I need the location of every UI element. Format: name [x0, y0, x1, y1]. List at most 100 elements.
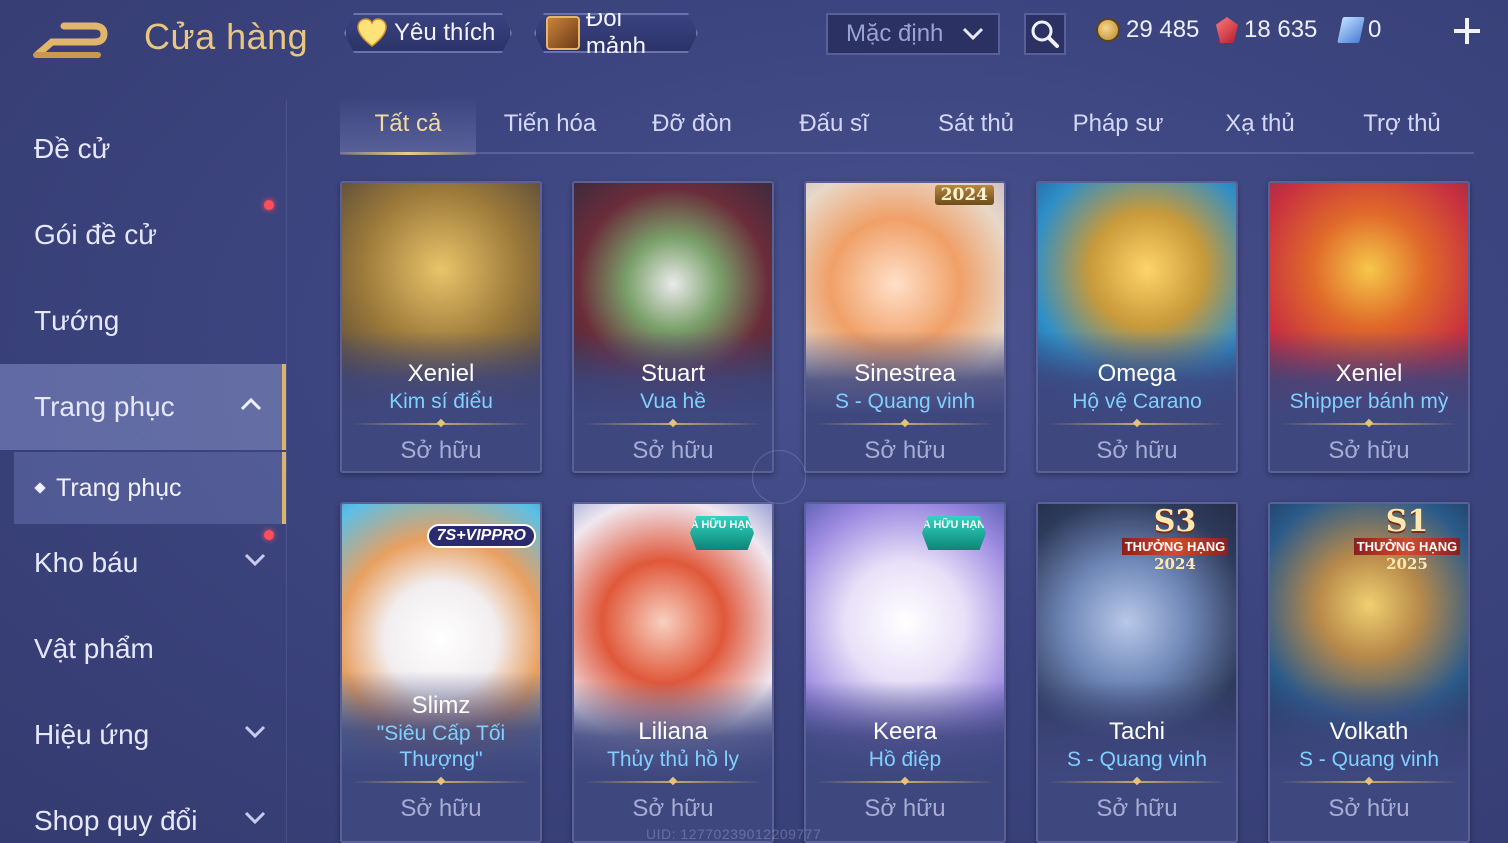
- hero-name: Slimz: [411, 692, 471, 719]
- tab-all[interactable]: Tất cả: [340, 96, 476, 155]
- voucher-balance: 0: [1337, 16, 1381, 44]
- favorites-button[interactable]: Yêu thích: [344, 13, 512, 53]
- skin-card[interactable]: S3 THƯỞNG HẠNG 2024 Tachi S - Quang vinh…: [1036, 502, 1238, 843]
- gem-balance: 18 635: [1216, 16, 1317, 44]
- rank-reward-label: THƯỞNG HẠNG: [1354, 538, 1460, 555]
- tab-label: Xạ thủ: [1225, 110, 1295, 137]
- skin-card[interactable]: Xeniel Shipper bánh mỳ Sở hữu: [1268, 181, 1470, 473]
- skin-name: Thủy thủ hồ ly: [607, 748, 739, 771]
- tab-label: Đỡ đòn: [652, 110, 732, 137]
- skin-card[interactable]: 2024 Sinestrea S - Quang vinh Sở hữu: [804, 181, 1006, 473]
- page-title: Cửa hàng: [144, 16, 309, 57]
- sidebar-item-label: Trang phục: [34, 391, 175, 422]
- ruby-icon: [1216, 17, 1238, 43]
- notification-dot: [264, 200, 274, 210]
- sidebar-item-featured-packs[interactable]: Gói đề cử: [0, 192, 286, 278]
- vip-badge: 7S+VIPPRO: [426, 524, 536, 548]
- skin-name: Shipper bánh mỳ: [1289, 390, 1449, 413]
- skin-card[interactable]: 7S+VIPPRO Slimz "Siêu Cấp Tối Thượng" Sở…: [340, 502, 542, 843]
- tab-label: Sát thủ: [937, 110, 1015, 137]
- top-up-button[interactable]: [1450, 14, 1484, 48]
- skin-name: "Siêu Cấp Tối Thượng": [376, 722, 506, 771]
- search-icon: [1031, 20, 1059, 48]
- card-info: Stuart Vua hề Sở hữu: [574, 359, 772, 471]
- card-info: Xeniel Shipper bánh mỳ Sở hữu: [1270, 359, 1468, 471]
- hero-name: Keera: [872, 718, 938, 745]
- limited-badge: A HỮU HẠN: [690, 516, 754, 550]
- exchange-shards-label: Đổi mảnh: [585, 5, 646, 60]
- card-separator: [584, 419, 762, 429]
- hero-name: Volkath: [1329, 718, 1409, 745]
- sidebar-item-label: Vật phẩm: [34, 633, 154, 664]
- tab-label: Tất cả: [374, 110, 442, 137]
- sidebar-item-label: Hiệu ứng: [34, 719, 150, 750]
- tab-fighter[interactable]: Đấu sĩ: [764, 96, 904, 152]
- year-badge: 2024: [934, 185, 994, 205]
- skin-name: Vua hề: [640, 390, 706, 413]
- hero-name: Stuart: [640, 360, 706, 387]
- skin-name: S - Quang vinh: [1066, 748, 1208, 771]
- skin-card[interactable]: Xeniel Kim sí điểu Sở hữu: [340, 181, 542, 473]
- card-separator: [1280, 419, 1458, 429]
- tab-evolution[interactable]: Tiến hóa: [480, 96, 620, 152]
- favorites-label: Yêu thích: [394, 19, 496, 46]
- card-info: Xeniel Kim sí điểu Sở hữu: [342, 359, 540, 471]
- chevron-down-icon: [244, 553, 266, 567]
- tab-marksman[interactable]: Xạ thủ: [1190, 96, 1330, 152]
- search-button[interactable]: [1024, 13, 1066, 55]
- touch-indicator: [752, 450, 806, 504]
- sidebar-item-exchange-shop[interactable]: Shop quy đổi: [0, 778, 286, 843]
- sort-dropdown[interactable]: Mặc định: [826, 13, 1000, 55]
- tab-support[interactable]: Trợ thủ: [1332, 96, 1472, 152]
- sidebar-item-label: Kho báu: [34, 547, 139, 578]
- owned-status: Sở hữu: [632, 795, 714, 822]
- tab-mage[interactable]: Pháp sư: [1048, 96, 1188, 152]
- back-arrow-icon: [33, 22, 108, 58]
- sidebar-item-featured[interactable]: Đề cử: [0, 106, 286, 192]
- user-id: UID: 12770239012209777: [646, 826, 822, 842]
- skin-card[interactable]: A HỮU HẠN Liliana Thủy thủ hồ ly Sở hữu: [572, 502, 774, 843]
- rank-reward-label: THƯỞNG HẠNG: [1122, 538, 1228, 555]
- chevron-down-icon: [244, 725, 266, 739]
- owned-status: Sở hữu: [400, 795, 482, 822]
- sidebar-item-skins[interactable]: Trang phục: [0, 364, 286, 450]
- tab-label: Trợ thủ: [1363, 110, 1441, 137]
- card-info: Omega Hộ vệ Carano Sở hữu: [1038, 359, 1236, 471]
- back-button[interactable]: [32, 16, 112, 60]
- sidebar-item-items[interactable]: Vật phẩm: [0, 606, 286, 692]
- hero-name: Omega: [1097, 360, 1177, 387]
- season-year: 2024: [1154, 555, 1196, 573]
- tab-assassin[interactable]: Sát thủ: [906, 96, 1046, 152]
- card-separator: [1048, 419, 1226, 429]
- voucher-icon: [1337, 17, 1365, 43]
- owned-status: Sở hữu: [1096, 437, 1178, 464]
- sidebar-subitem-skins[interactable]: Trang phục: [14, 452, 286, 524]
- season-label: S1: [1385, 504, 1429, 539]
- sidebar-item-label: Đề cử: [34, 133, 111, 164]
- card-separator: [352, 419, 530, 429]
- gold-amount: 29 485: [1126, 16, 1200, 43]
- heart-icon: [356, 18, 388, 48]
- skin-card[interactable]: Stuart Vua hề Sở hữu: [572, 181, 774, 473]
- owned-status: Sở hữu: [864, 437, 946, 464]
- ranked-season-badge: S3 THƯỞNG HẠNG 2024: [1122, 506, 1228, 573]
- sidebar-item-label: Shop quy đổi: [34, 805, 198, 836]
- card-info: Volkath S - Quang vinh Sở hữu: [1270, 717, 1468, 829]
- exchange-shards-button[interactable]: Đổi mảnh: [534, 13, 698, 53]
- skin-name: Hộ vệ Carano: [1072, 390, 1202, 413]
- sidebar-item-heroes[interactable]: Tướng: [0, 278, 286, 364]
- hero-name: Sinestrea: [854, 360, 956, 387]
- skin-card[interactable]: A HỮU HẠN Keera Hồ điệp Sở hữu: [804, 502, 1006, 843]
- card-separator: [584, 777, 762, 787]
- hero-name: Liliana: [638, 718, 708, 745]
- tab-label: Đấu sĩ: [799, 110, 869, 137]
- sidebar-item-treasure[interactable]: Kho báu: [0, 520, 286, 606]
- bullet-icon: [34, 482, 46, 494]
- card-separator: [816, 419, 994, 429]
- sort-value: Mặc định: [846, 20, 944, 47]
- tab-tank[interactable]: Đỡ đòn: [622, 96, 762, 152]
- sidebar-item-label: Tướng: [34, 305, 120, 336]
- skin-card[interactable]: S1 THƯỞNG HẠNG 2025 Volkath S - Quang vi…: [1268, 502, 1470, 843]
- skin-card[interactable]: Omega Hộ vệ Carano Sở hữu: [1036, 181, 1238, 473]
- sidebar-item-effects[interactable]: Hiệu ứng: [0, 692, 286, 778]
